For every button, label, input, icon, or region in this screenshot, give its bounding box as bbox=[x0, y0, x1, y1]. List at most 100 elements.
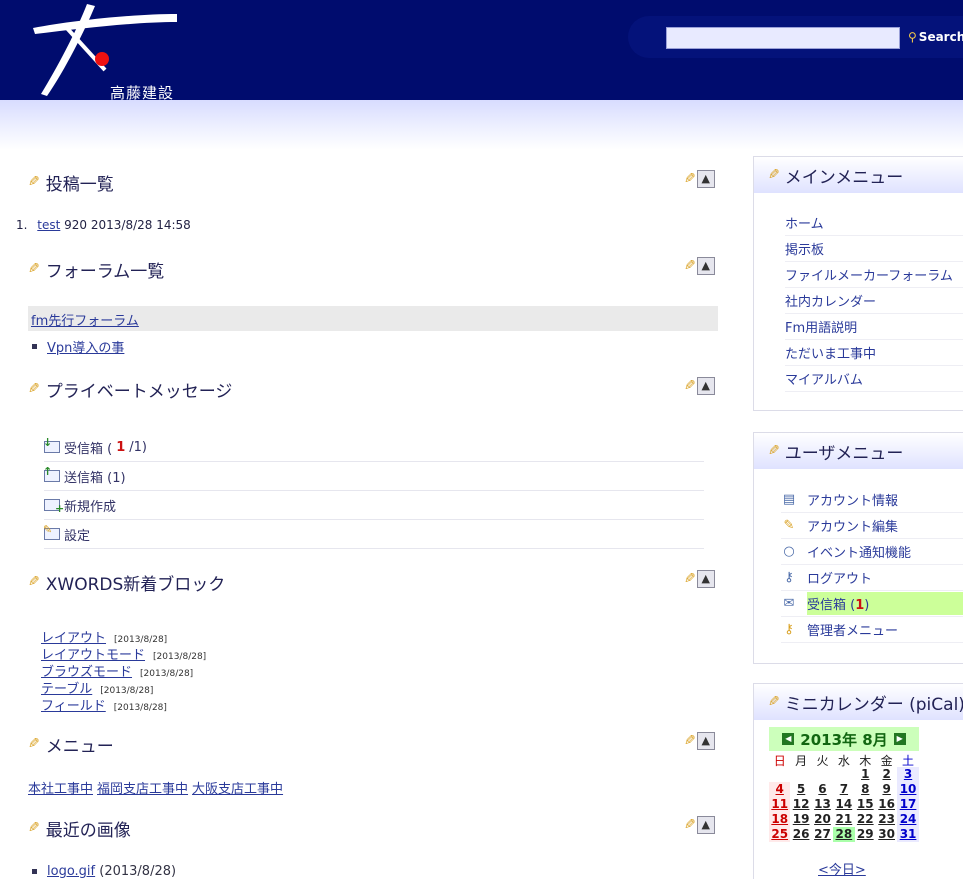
pm-inbox-unread: 1 bbox=[116, 439, 126, 455]
pencil-icon: ✎ bbox=[28, 261, 40, 277]
main-menu-item-construction[interactable]: ただいま工事中 bbox=[785, 340, 963, 366]
user-menu-account-edit[interactable]: ✎ アカウント編集 bbox=[781, 513, 963, 539]
calendar-day[interactable]: 2 bbox=[876, 767, 897, 782]
mini-calendar-title: ✎ ミニカレンダー (piCal) bbox=[754, 684, 963, 720]
pm-outbox[interactable]: ↑ 送信箱 (1) bbox=[43, 462, 704, 491]
calendar-day[interactable]: 13 bbox=[812, 797, 833, 812]
user-menu-logout[interactable]: ⚷ ログアウト bbox=[781, 565, 963, 591]
calendar-day[interactable]: 14 bbox=[833, 797, 854, 812]
calendar-day[interactable]: 31 bbox=[897, 827, 919, 842]
user-menu-admin[interactable]: ⚷ 管理者メニュー bbox=[781, 617, 963, 643]
calendar-day[interactable]: 24 bbox=[897, 812, 919, 827]
prev-month-icon[interactable]: ◀ bbox=[782, 733, 795, 745]
calendar-day[interactable]: 16 bbox=[876, 797, 897, 812]
mini-calendar-title-text: ミニカレンダー (piCal) bbox=[784, 694, 963, 715]
pm-inbox[interactable]: ↓ 受信箱 (1/1) bbox=[43, 433, 704, 462]
key-icon: ⚷ bbox=[784, 570, 794, 585]
main-menu-item-bbs[interactable]: 掲示板 bbox=[785, 236, 963, 262]
calendar-day[interactable]: 4 bbox=[769, 782, 791, 797]
calendar-day[interactable]: 28 bbox=[833, 827, 855, 842]
edit-block-icon[interactable]: ✎ bbox=[684, 378, 696, 394]
pm-settings[interactable]: ✎ 設定 bbox=[43, 520, 704, 549]
calendar-day[interactable]: 20 bbox=[812, 812, 833, 827]
user-menu-account-info[interactable]: ▤ アカウント情報 bbox=[781, 487, 963, 513]
block-controls: ✎ ▲ bbox=[684, 570, 715, 588]
move-block-icon[interactable]: ▲ bbox=[696, 732, 715, 750]
xwords-term-link[interactable]: フィールド bbox=[41, 695, 106, 714]
calendar-day[interactable]: 10 bbox=[897, 782, 919, 797]
calendar-day[interactable]: 17 bbox=[897, 797, 919, 812]
move-block-icon[interactable]: ▲ bbox=[696, 377, 715, 395]
main-menu-item-album[interactable]: マイアルバム bbox=[785, 366, 963, 392]
search-input[interactable] bbox=[666, 27, 900, 49]
forums-title-text: フォーラム一覧 bbox=[45, 261, 165, 282]
move-block-icon[interactable]: ▲ bbox=[696, 570, 715, 588]
menu-link-honsha[interactable]: 本社工事中 bbox=[28, 778, 93, 797]
calendar-day[interactable]: 5 bbox=[790, 782, 811, 797]
image-link[interactable]: logo.gif bbox=[47, 864, 95, 879]
next-month-icon[interactable]: ▶ bbox=[893, 733, 906, 745]
pm-block-title: ✎ プライベートメッセージ bbox=[28, 377, 232, 402]
posts-title-text: 投稿一覧 bbox=[45, 174, 114, 195]
calendar-day[interactable]: 26 bbox=[790, 827, 811, 842]
calendar-day[interactable]: 27 bbox=[812, 827, 833, 842]
calendar-day[interactable]: 22 bbox=[855, 812, 876, 827]
pencil-icon: ✎ bbox=[28, 574, 40, 590]
calendar-empty-cell bbox=[769, 767, 790, 782]
main-menu-item-fm-forum[interactable]: ファイルメーカーフォーラム bbox=[785, 262, 963, 288]
edit-block-icon[interactable]: ✎ bbox=[684, 171, 696, 187]
edit-block-icon[interactable]: ✎ bbox=[684, 733, 696, 749]
forum-link[interactable]: Vpn導入の事 bbox=[47, 337, 124, 356]
calendar-day[interactable]: 29 bbox=[855, 827, 876, 842]
move-block-icon[interactable]: ▲ bbox=[696, 170, 715, 188]
user-menu-notifications[interactable]: ○ イベント通知機能 bbox=[781, 539, 963, 565]
main-menu-title-text: メインメニュー bbox=[784, 167, 904, 188]
calendar-day[interactable]: 6 bbox=[812, 782, 833, 797]
user-menu-label: ログアウト bbox=[807, 572, 873, 587]
pm-compose[interactable]: + 新規作成 bbox=[44, 491, 704, 520]
menu-title-text: メニュー bbox=[45, 736, 114, 757]
calendar-day[interactable]: 9 bbox=[876, 782, 897, 797]
calendar-day[interactable]: 21 bbox=[833, 812, 854, 827]
move-block-icon[interactable]: ▲ bbox=[696, 816, 715, 834]
calendar-day[interactable]: 12 bbox=[790, 797, 811, 812]
block-controls: ✎ ▲ bbox=[684, 170, 715, 188]
calendar-day[interactable]: 18 bbox=[769, 812, 791, 827]
main-menu-item-home[interactable]: ホーム bbox=[785, 210, 963, 236]
calendar-day[interactable]: 3 bbox=[897, 767, 919, 782]
main-menu-item-calendar[interactable]: 社内カレンダー bbox=[785, 288, 963, 314]
move-block-icon[interactable]: ▲ bbox=[696, 257, 715, 275]
post-link[interactable]: test bbox=[37, 218, 60, 232]
user-menu-inbox-unread: 1 bbox=[855, 598, 865, 613]
calendar-day[interactable]: 30 bbox=[876, 827, 897, 842]
id-card-icon: ▤ bbox=[782, 492, 796, 507]
posts-block-title: ✎ 投稿一覧 bbox=[28, 170, 114, 195]
pm-inbox-total: /1) bbox=[129, 439, 147, 455]
calendar-today-link[interactable]: <今日> bbox=[818, 859, 866, 878]
pencil-icon: ✎ bbox=[28, 174, 40, 190]
forum-category-link[interactable]: fm先行フォーラム bbox=[31, 314, 139, 329]
search-button[interactable]: ⚲ Search bbox=[908, 30, 963, 44]
user-menu-inbox[interactable]: ✉ 受信箱 (1) bbox=[781, 591, 963, 617]
main-menu-box: ✎ メインメニュー ホーム 掲示板 ファイルメーカーフォーラム 社内カレンダー … bbox=[753, 156, 963, 411]
edit-block-icon[interactable]: ✎ bbox=[684, 571, 696, 587]
calendar-empty-cell bbox=[833, 767, 854, 782]
inbox-icon: ↓ bbox=[43, 436, 60, 453]
calendar-day[interactable]: 15 bbox=[855, 797, 876, 812]
calendar-day[interactable]: 25 bbox=[769, 827, 791, 842]
calendar-day[interactable]: 11 bbox=[769, 797, 791, 812]
main-menu-item-fm-glossary[interactable]: Fm用語説明 bbox=[785, 314, 963, 340]
edit-block-icon[interactable]: ✎ bbox=[684, 258, 696, 274]
menu-link-fukuoka[interactable]: 福岡支店工事中 bbox=[97, 778, 188, 797]
menu-block-title: ✎ メニュー bbox=[28, 732, 114, 757]
calendar-day[interactable]: 7 bbox=[833, 782, 854, 797]
menu-link-osaka[interactable]: 大阪支店工事中 bbox=[192, 778, 283, 797]
calendar-day[interactable]: 1 bbox=[855, 767, 876, 782]
outbox-icon: ↑ bbox=[43, 465, 60, 482]
pencil-icon: ✎ bbox=[28, 381, 40, 397]
calendar-day[interactable]: 19 bbox=[790, 812, 811, 827]
calendar-day[interactable]: 23 bbox=[876, 812, 897, 827]
search-icon: ⚲ bbox=[908, 30, 917, 44]
edit-block-icon[interactable]: ✎ bbox=[684, 817, 696, 833]
calendar-day[interactable]: 8 bbox=[855, 782, 876, 797]
